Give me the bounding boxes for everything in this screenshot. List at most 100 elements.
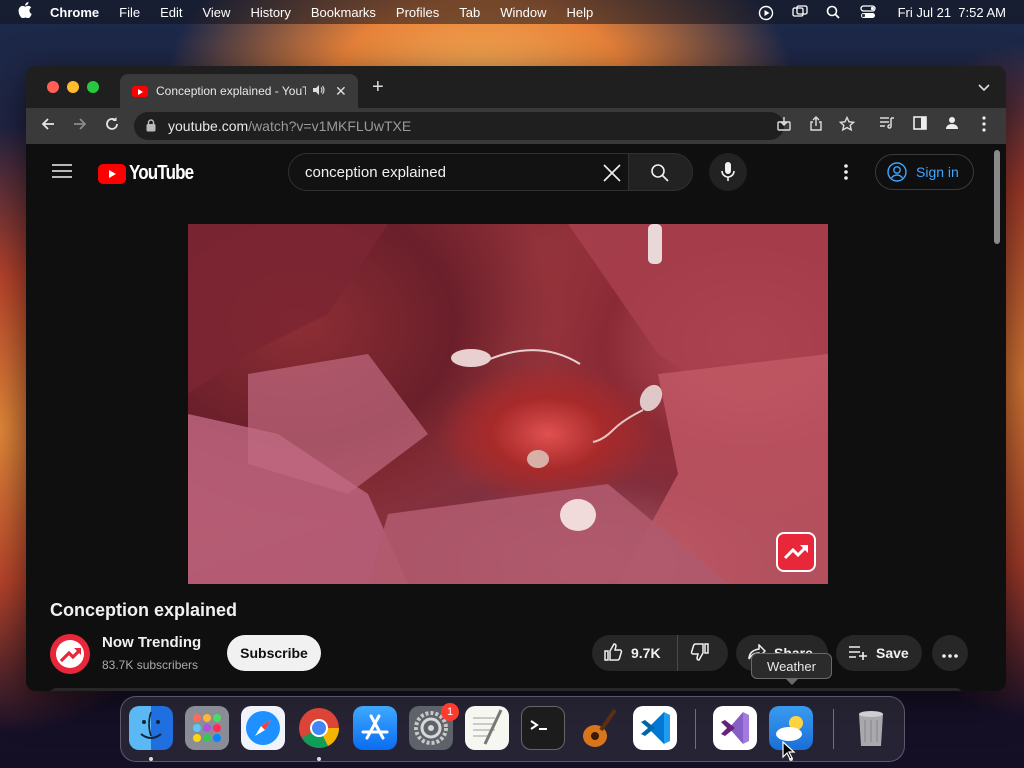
more-horizontal-icon (942, 645, 958, 661)
spotlight-search-icon[interactable] (826, 5, 842, 19)
menu-history[interactable]: History (250, 5, 290, 20)
search-button[interactable] (629, 153, 693, 191)
control-center-icon[interactable] (859, 5, 876, 19)
chrome-icon[interactable] (297, 706, 341, 750)
menu-file[interactable]: File (119, 5, 140, 20)
close-window-button[interactable] (47, 81, 59, 93)
finder-icon[interactable] (129, 706, 173, 750)
channel-name[interactable]: Now Trending (102, 634, 201, 651)
reading-list-icon[interactable] (877, 116, 897, 136)
menu-clock[interactable]: Fri Jul 21 7:52 AM (898, 5, 1006, 20)
youtube-play-logo-icon (98, 163, 126, 184)
bookmark-star-icon[interactable] (837, 115, 857, 136)
menu-app-name[interactable]: Chrome (50, 5, 99, 20)
side-panel-icon[interactable] (910, 116, 930, 136)
notification-badge: 1 (441, 703, 459, 721)
clear-search-icon[interactable] (602, 163, 622, 187)
search-icon (650, 163, 669, 187)
browser-window: Conception explained - YouTube ✕ + youtu… (26, 66, 1006, 691)
textedit-icon[interactable] (465, 706, 509, 750)
video-frame-illustration (188, 224, 828, 584)
search-input[interactable]: conception explained (288, 153, 629, 191)
menu-view[interactable]: View (202, 5, 230, 20)
url-host: youtube.com (168, 118, 249, 134)
channel-watermark-icon[interactable] (776, 532, 816, 572)
minimize-window-button[interactable] (67, 81, 79, 93)
video-player[interactable] (188, 224, 828, 584)
save-button[interactable]: Save (836, 635, 922, 671)
install-app-icon[interactable] (774, 116, 794, 136)
garageband-icon[interactable] (577, 706, 621, 750)
tab-close-icon[interactable]: ✕ (335, 83, 347, 100)
tab-strip: Conception explained - YouTube ✕ + (26, 66, 1006, 108)
youtube-logo-text: YouTube (129, 162, 194, 184)
dock-tooltip: Weather (751, 653, 832, 685)
sign-in-label: Sign in (916, 164, 959, 180)
terminal-icon[interactable] (521, 706, 565, 750)
reload-icon[interactable] (102, 116, 122, 136)
tab-search-chevron-icon[interactable] (978, 79, 990, 97)
address-bar[interactable]: youtube.com/watch?v=v1MKFLUwTXE (134, 112, 784, 140)
new-tab-button[interactable]: + (372, 77, 384, 97)
channel-avatar[interactable] (50, 634, 90, 674)
like-button[interactable]: 9.7K (592, 635, 678, 671)
vscode-icon[interactable] (633, 706, 677, 750)
profile-icon[interactable] (942, 116, 962, 136)
microphone-icon (721, 162, 735, 187)
back-icon[interactable] (38, 116, 58, 136)
screen-mirroring-icon[interactable] (791, 5, 808, 19)
youtube-masthead: YouTube conception explained Sign in (26, 144, 1006, 200)
zoom-window-button[interactable] (87, 81, 99, 93)
dock-separator-trash (833, 709, 834, 749)
youtube-favicon-icon (132, 85, 148, 97)
menu-edit[interactable]: Edit (160, 5, 182, 20)
voice-search-button[interactable] (709, 153, 747, 191)
youtube-logo[interactable]: YouTube (98, 162, 205, 185)
share-page-icon[interactable] (806, 116, 826, 136)
menu-bar: Chrome File Edit View History Bookmarks … (0, 0, 1024, 24)
trash-icon[interactable] (849, 706, 893, 750)
browser-tab-active[interactable]: Conception explained - YouTube ✕ (120, 74, 358, 108)
browser-toolbar: youtube.com/watch?v=v1MKFLUwTXE (26, 108, 1006, 144)
playlist-add-icon (848, 644, 868, 663)
menu-window[interactable]: Window (500, 5, 546, 20)
now-playing-icon[interactable] (758, 5, 774, 21)
lock-icon[interactable] (146, 119, 156, 135)
tab-title: Conception explained - YouTube (156, 84, 306, 98)
visual-studio-icon[interactable] (713, 706, 757, 750)
chrome-menu-icon[interactable] (974, 116, 994, 136)
subscriber-count: 83.7K subscribers (102, 658, 199, 672)
description-card-edge (50, 688, 962, 691)
launchpad-icon[interactable] (185, 706, 229, 750)
menu-profiles[interactable]: Profiles (396, 5, 439, 20)
save-label: Save (876, 645, 909, 661)
search-query-text: conception explained (305, 163, 446, 181)
safari-icon[interactable] (241, 706, 285, 750)
sign-in-button[interactable]: Sign in (875, 154, 974, 190)
chrome-running-indicator (317, 757, 321, 761)
forward-icon[interactable] (70, 116, 90, 136)
more-actions-button[interactable] (932, 635, 968, 671)
app-store-icon[interactable] (353, 706, 397, 750)
audio-playing-icon[interactable] (312, 84, 325, 99)
mouse-cursor-icon (782, 740, 796, 766)
badge-count: 1 (446, 706, 454, 718)
like-dislike-group: 9.7K (592, 635, 728, 671)
thumbs-down-icon (690, 642, 710, 665)
vertical-scrollbar[interactable] (994, 150, 1000, 244)
menu-tab[interactable]: Tab (459, 5, 480, 20)
menu-help[interactable]: Help (567, 5, 594, 20)
url-path: /watch?v=v1MKFLUwTXE (248, 118, 412, 134)
account-circle-icon (887, 162, 907, 185)
video-actions-row: Now Trending 83.7K subscribers Subscribe… (50, 634, 980, 674)
thumbs-up-icon (603, 642, 623, 665)
menu-bookmarks[interactable]: Bookmarks (311, 5, 376, 20)
video-title: Conception explained (50, 600, 238, 620)
apple-menu-icon[interactable] (18, 2, 34, 22)
finder-running-indicator (149, 757, 153, 761)
dislike-button[interactable] (678, 642, 710, 665)
hamburger-menu-icon[interactable] (52, 164, 72, 183)
subscribe-button[interactable]: Subscribe (227, 635, 321, 671)
youtube-page: YouTube conception explained Sign in Con… (26, 144, 1006, 691)
settings-more-icon[interactable] (844, 164, 848, 185)
